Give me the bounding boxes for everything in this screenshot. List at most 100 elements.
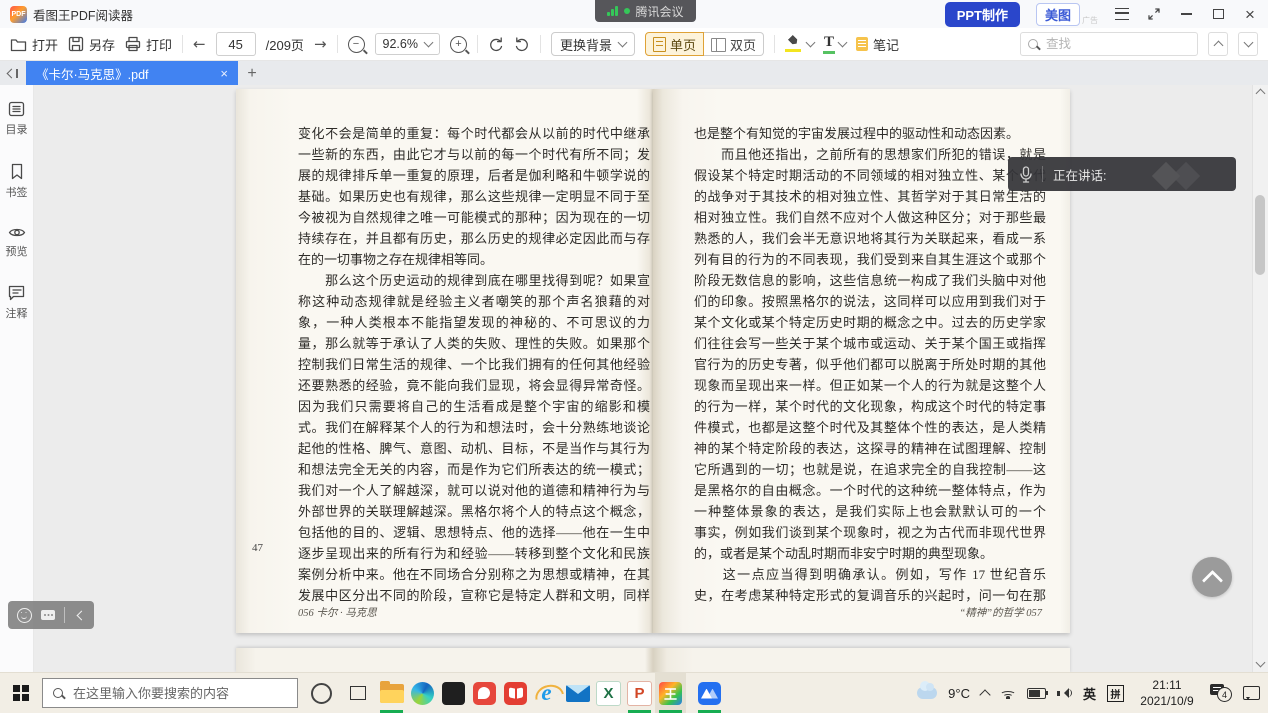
scrollbar-thumb[interactable] [1255, 195, 1265, 275]
sidebar-item-toc[interactable]: 目录 [6, 101, 28, 137]
page-text: 也是整个有知觉的宇宙发展过程中的驱动性和动态因素。 而且他还指出，之前所有的思想… [694, 123, 1046, 606]
text-line: 假设某个特定时期活动的不同领域的相对独立性、某个时代 [694, 165, 1046, 186]
scroll-up-arrow[interactable] [1256, 89, 1266, 99]
taskbar-app-tencent-meeting[interactable] [694, 673, 725, 713]
print-button[interactable]: 打印 [125, 35, 172, 54]
text-line: 们往往会写一些关于某个城市或运动、关于某个国王或指挥 [694, 333, 1046, 354]
edge-browser-icon [411, 682, 434, 705]
taskbar-app-excel[interactable]: X [593, 673, 624, 713]
volume-icon[interactable] [1057, 687, 1072, 699]
scroll-down-arrow[interactable] [1256, 658, 1266, 668]
maximize-button[interactable] [1210, 6, 1226, 22]
scroll-to-top-button[interactable] [1192, 557, 1232, 597]
find-next-button[interactable] [1238, 32, 1258, 56]
sidebar-item-preview[interactable]: 预览 [6, 226, 28, 259]
find-previous-button[interactable] [1208, 32, 1228, 56]
undo-button[interactable] [488, 37, 504, 52]
taskbar-app-mail[interactable] [562, 673, 593, 713]
taskbar-app-file-explorer[interactable] [376, 673, 407, 713]
text-line: 案例分析中来。他在不同场合分别称之为思想或精神，在其 [298, 564, 650, 585]
next-page-button[interactable]: → [314, 35, 327, 53]
single-page-icon [653, 37, 666, 52]
chat-icon[interactable] [41, 610, 55, 620]
zoom-level-dropdown[interactable]: 92.6% [375, 33, 440, 55]
new-tab-button[interactable]: + [238, 61, 266, 86]
highlighter-button[interactable] [785, 36, 814, 52]
text-line: 起他的性格、脾气、意图、动机、目标，不是当作与其行为 [298, 438, 650, 459]
system-tray: 9°C 英 拼 21:11 2021/10/9 4 [917, 677, 1268, 709]
clock[interactable]: 21:11 2021/10/9 [1135, 677, 1199, 709]
page-number-input[interactable] [216, 32, 256, 56]
tencent-meeting-icon [698, 682, 721, 705]
action-center-icon[interactable] [1243, 686, 1260, 700]
zoom-level-value: 92.6% [383, 37, 418, 51]
cortana-button[interactable] [311, 683, 332, 704]
document-tab[interactable]: 《卡尔·马克思》.pdf × [26, 61, 238, 86]
emoji-icon[interactable] [17, 608, 32, 623]
taskbar-app-red-communication[interactable] [469, 673, 500, 713]
task-view-button[interactable] [345, 673, 376, 713]
meitu-button[interactable]: 美图 [1036, 3, 1080, 26]
chevron-down-icon [618, 38, 628, 48]
text-line: 件模式，也都是这整个时代及其整体个性的表达，是人类精 [694, 417, 1046, 438]
printer-icon [125, 36, 141, 52]
collapse-sidebar-icon[interactable] [0, 61, 26, 86]
close-button[interactable]: × [1242, 6, 1258, 22]
text-line: 它所遇到的一切；也就是说，在追求完全的自我控制——这 [694, 459, 1046, 480]
meeting-watermark-logo [1150, 162, 1210, 188]
taskbar-app-pdf-reader[interactable]: 王 [655, 673, 686, 713]
menu-icon[interactable] [1114, 6, 1130, 22]
wifi-icon[interactable] [1000, 687, 1016, 699]
next-page-spread [236, 648, 1070, 673]
taskbar-app-internet-explorer[interactable]: e [531, 673, 562, 713]
taskbar-app-edge[interactable] [407, 673, 438, 713]
zoom-in-button[interactable]: + [450, 36, 467, 53]
fullscreen-icon[interactable] [1146, 6, 1162, 22]
text-line: 而且他还指出，之前所有的思想家们所犯的错误，就是 [694, 144, 1046, 165]
weather-icon[interactable] [917, 687, 937, 699]
zoom-out-button[interactable]: − [348, 36, 365, 53]
meeting-status-pill[interactable]: 腾讯会议 [595, 0, 696, 22]
meeting-speaking-toast: 正在讲话: [1008, 157, 1236, 191]
ime-mode-indicator[interactable]: 拼 [1107, 685, 1124, 702]
open-button[interactable]: 打开 [10, 35, 58, 54]
meeting-float-toolbar[interactable] [8, 601, 94, 629]
weather-temperature[interactable]: 9°C [948, 686, 970, 701]
notification-icon[interactable]: 4 [1210, 684, 1232, 702]
save-as-button[interactable]: 另存 [68, 35, 115, 54]
tab-close-icon[interactable]: × [220, 66, 228, 81]
pdf-page-left[interactable]: 变化不会是简单的重复：每个时代都会从以前的时代中继承一些新的东西，由此它才与以前… [236, 89, 653, 633]
taskbar-app-powerpoint[interactable]: P [624, 673, 655, 713]
notification-count-badge: 4 [1217, 687, 1232, 702]
double-page-button[interactable]: 双页 [704, 32, 764, 56]
taskbar-search-input[interactable] [71, 685, 287, 702]
redo-button[interactable] [514, 37, 530, 52]
note-label: 笔记 [873, 35, 899, 54]
ad-label: 广告 [1082, 15, 1098, 26]
minimize-button[interactable] [1178, 6, 1194, 22]
text-color-button[interactable]: T [824, 35, 846, 54]
text-line: 神的某个特定阶段的表达，这探寻的精神在试图理解、控制 [694, 438, 1046, 459]
sidebar-item-annotations[interactable]: 注释 [6, 285, 28, 321]
ppt-create-button[interactable]: PPT制作 [945, 2, 1020, 27]
previous-page-button[interactable]: ← [193, 35, 206, 53]
vertical-scrollbar[interactable] [1252, 85, 1268, 673]
find-box[interactable] [1020, 32, 1198, 56]
text-line: 一些新的东西，由此它才与以前的每一个时代有所不同；发 [298, 144, 650, 165]
note-button[interactable]: 笔记 [856, 35, 899, 54]
hidden-icons-chevron[interactable] [979, 689, 990, 700]
find-input[interactable] [1044, 36, 1190, 52]
sidebar-item-label: 目录 [6, 121, 28, 137]
ime-language-indicator[interactable]: 英 [1083, 684, 1096, 703]
battery-icon[interactable] [1027, 688, 1046, 699]
chevron-left-icon[interactable] [77, 610, 87, 620]
change-background-dropdown[interactable]: 更换背景 [551, 32, 635, 56]
taskbar-search-box[interactable] [42, 678, 298, 708]
text-line: 阶段无数信息的影响，这些信息统一构成了我们头脑中对他 [694, 270, 1046, 291]
single-page-button[interactable]: 单页 [645, 32, 704, 56]
taskbar-app-reading[interactable] [500, 673, 531, 713]
taskbar-app-store[interactable] [438, 673, 469, 713]
sidebar-item-bookmarks[interactable]: 书签 [6, 163, 28, 200]
text-line: 和想法完全无关的内容，而是作为它们所表达的统一模式； [298, 459, 650, 480]
start-button[interactable] [0, 673, 42, 713]
